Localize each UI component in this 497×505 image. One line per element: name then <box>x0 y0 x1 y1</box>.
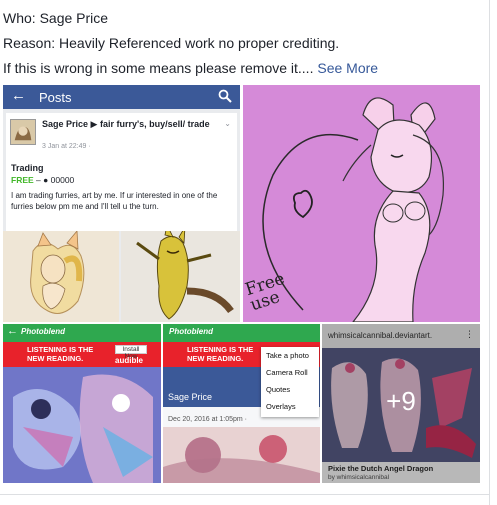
photo-tile-pink-art[interactable]: Free use <box>243 85 480 322</box>
listing-price: FREE – ● 00000 <box>11 175 74 185</box>
photoblend-app-name: Photoblend <box>169 327 213 336</box>
post-date: Dec 20, 2016 at 1:05pm · <box>168 416 247 423</box>
sketch-photo-right <box>121 223 240 322</box>
price-free: FREE <box>11 175 34 185</box>
post-text: Who: Sage Price Reason: Heavily Referenc… <box>3 6 483 81</box>
arrow-left-icon: ← <box>7 325 18 337</box>
blended-art-image <box>163 427 320 483</box>
fb-bar-title: Posts <box>39 90 72 105</box>
fb-top-bar: ← Posts <box>3 85 240 109</box>
more-photos-count[interactable]: +9 <box>322 386 480 417</box>
menu-item-camera-roll[interactable]: Camera Roll <box>261 364 319 381</box>
photoblend-bar: ← Photoblend <box>3 324 161 342</box>
photo-tile-facebook-screenshot[interactable]: ← Posts Sage Price ▶ fair furry's, buy/s… <box>3 85 240 322</box>
menu-item-take-photo[interactable]: Take a photo <box>261 347 319 364</box>
chevron-down-icon: ⌄ <box>224 119 231 128</box>
sage-price-title: Sage Price <box>168 392 213 402</box>
install-now-button[interactable]: Install Now <box>115 345 147 360</box>
photo-tile-photoblend-1[interactable]: ← Photoblend LISTENING IS THE NEW READIN… <box>3 324 161 483</box>
photoblend-bar: Photoblend <box>163 324 320 342</box>
post-meta: 3 Jan at 22:49 · <box>42 143 91 150</box>
menu-item-quotes[interactable]: Quotes <box>261 381 319 398</box>
options-menu: Take a photo Camera Roll Quotes Overlays <box>261 347 319 417</box>
photo-tile-photoblend-2[interactable]: Photoblend LISTENING IS THE NEW READING.… <box>163 324 320 483</box>
see-more-link[interactable]: See More <box>317 60 378 76</box>
ad-text: LISTENING IS THE NEW READING. <box>27 345 94 363</box>
photoblend-app-name: Photoblend <box>21 327 65 336</box>
post-line-note: If this is wrong in some means please re… <box>3 56 483 81</box>
post-line-who: Who: Sage Price <box>3 10 109 26</box>
search-icon <box>218 89 232 103</box>
price-rest: – ● 00000 <box>36 175 75 185</box>
menu-item-overlays[interactable]: Overlays <box>261 398 319 415</box>
feed-right-border <box>489 0 490 505</box>
arrow-left-icon: ← <box>11 87 26 104</box>
post-author: Sage Price ▶ fair furry's, buy/sell/ tra… <box>42 119 210 129</box>
avatar <box>10 119 36 145</box>
listing-title: Trading <box>11 163 44 173</box>
listing-body: I am trading furries, art by me. If ur i… <box>11 191 218 211</box>
ad-brand: audible <box>115 356 144 365</box>
post-line-reason: Reason: Heavily Referenced work no prope… <box>3 35 340 51</box>
post-line-note-text: If this is wrong in some means please re… <box>3 60 314 76</box>
audible-ad-banner[interactable]: LISTENING IS THE NEW READING. Install No… <box>3 342 161 367</box>
post-divider <box>0 494 489 495</box>
blended-art-image <box>3 367 161 483</box>
ad-text: LISTENING IS THE NEW READING. <box>187 345 254 363</box>
fb-post-card: Sage Price ▶ fair furry's, buy/sell/ tra… <box>6 113 237 231</box>
photo-tile-deviantart[interactable]: whimsicalcannibal.deviantart. ⋮ Pixie th… <box>322 324 480 483</box>
sketch-photo-left <box>3 229 119 322</box>
